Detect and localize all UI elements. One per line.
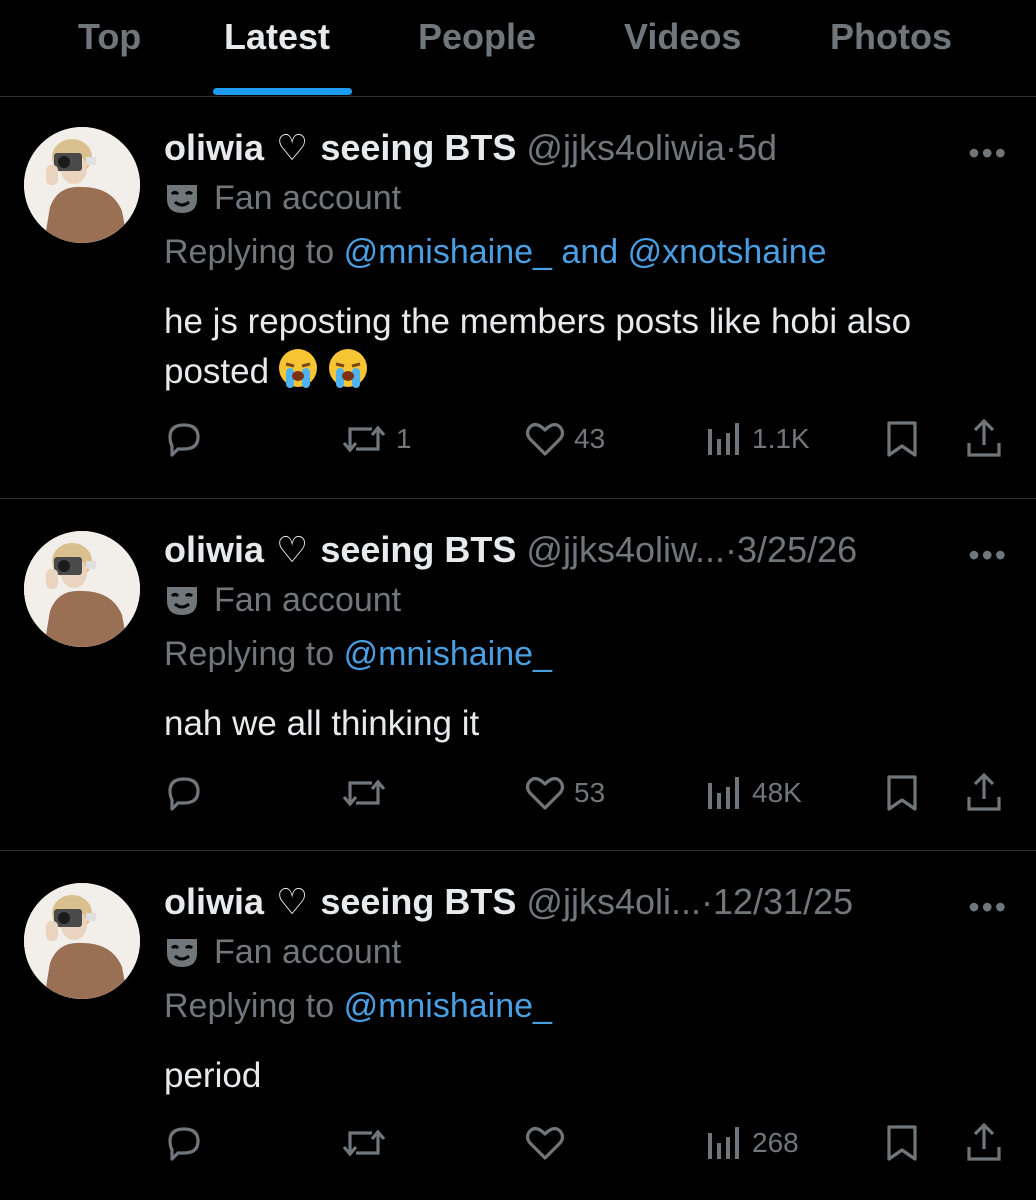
heart-icon <box>525 423 565 456</box>
reply-mentions[interactable]: @mnishaine_ <box>344 987 552 1025</box>
bookmark-icon <box>887 775 917 811</box>
loudly-crying-face-emoji <box>279 349 318 388</box>
like-button[interactable]: 53 <box>524 773 605 813</box>
timestamp[interactable]: 3/25/26 <box>737 529 857 570</box>
like-count: 43 <box>574 423 606 454</box>
tweet-header: oliwia ♡ seeing BTS @jjks4oliw...·3/25/2… <box>164 529 857 571</box>
handle[interactable]: @jjks4oli... <box>526 881 701 922</box>
reply-mentions[interactable]: @mnishaine_ and @xnotshaine <box>344 233 827 271</box>
tweet-text: he js reposting the members posts like h… <box>164 302 912 391</box>
tweet-text: nah we all thinking it <box>164 704 480 743</box>
reply-button[interactable] <box>164 1123 204 1163</box>
tweet-header: oliwia ♡ seeing BTS @jjks4oli...·12/31/2… <box>164 881 853 923</box>
reply-button[interactable] <box>164 773 204 813</box>
separator-dot: · <box>701 881 714 922</box>
bookmark-button[interactable] <box>884 1123 920 1163</box>
share-button[interactable] <box>964 417 1004 459</box>
avatar-image <box>24 883 140 999</box>
avatar-image <box>24 127 140 243</box>
tweet-header: oliwia ♡ seeing BTS @jjks4oliwia·5d <box>164 127 777 169</box>
repost-button[interactable] <box>340 1123 396 1163</box>
views-icon <box>708 1127 739 1159</box>
display-name[interactable]: oliwia ♡ seeing BTS <box>164 881 516 922</box>
repost-icon <box>342 425 386 453</box>
heart-icon <box>525 1127 565 1160</box>
handle[interactable]: @jjks4oliwia <box>526 127 725 168</box>
reply-mentions[interactable]: @mnishaine_ <box>344 635 552 673</box>
bookmark-button[interactable] <box>884 773 920 813</box>
theater-mask-icon <box>167 938 197 967</box>
like-count: 53 <box>574 777 606 808</box>
share-button[interactable] <box>964 771 1004 813</box>
bookmark-button[interactable] <box>884 419 920 459</box>
display-name[interactable]: oliwia ♡ seeing BTS <box>164 529 516 570</box>
repost-button[interactable]: 1 <box>340 419 412 459</box>
views-icon <box>708 777 739 809</box>
replying-to: Replying to @mnishaine_ and @xnotshaine <box>164 233 827 271</box>
tab-people[interactable]: People <box>418 16 536 58</box>
tweet-text: period <box>164 1056 262 1095</box>
views-icon <box>708 423 739 455</box>
share-button[interactable] <box>964 1121 1004 1163</box>
bookmark-icon <box>887 421 917 457</box>
reply-icon <box>168 423 200 457</box>
views-button[interactable]: 268 <box>704 1123 799 1163</box>
avatar-image <box>24 531 140 647</box>
view-count: 1.1K <box>752 423 810 454</box>
tab-videos[interactable]: Videos <box>624 16 741 58</box>
theater-mask-icon <box>167 586 197 615</box>
more-options-button[interactable]: ••• <box>968 537 1008 574</box>
account-label: Fan account <box>164 581 401 620</box>
loudly-crying-face-emoji <box>329 349 368 388</box>
handle[interactable]: @jjks4oliw... <box>526 529 725 570</box>
avatar[interactable] <box>24 127 140 243</box>
avatar[interactable] <box>24 531 140 647</box>
reply-button[interactable] <box>164 419 204 459</box>
replying-to: Replying to @mnishaine_ <box>164 635 552 673</box>
bookmark-icon <box>887 1125 917 1161</box>
account-label: Fan account <box>164 179 401 218</box>
timestamp[interactable]: 12/31/25 <box>713 881 853 922</box>
like-button[interactable]: 43 <box>524 419 605 459</box>
views-button[interactable]: 48K <box>704 773 802 813</box>
view-count: 48K <box>752 777 802 808</box>
heart-icon <box>525 777 565 810</box>
repost-button[interactable] <box>340 773 396 813</box>
reply-icon <box>168 1127 200 1161</box>
more-options-button[interactable]: ••• <box>968 135 1008 172</box>
tweet[interactable]: oliwia ♡ seeing BTS @jjks4oli...·12/31/2… <box>0 851 1036 1200</box>
account-label: Fan account <box>164 933 401 972</box>
like-button[interactable] <box>524 1123 574 1163</box>
share-icon <box>967 1122 1001 1161</box>
avatar[interactable] <box>24 883 140 999</box>
tweet[interactable]: oliwia ♡ seeing BTS @jjks4oliwia·5d ••• … <box>0 97 1036 499</box>
separator-dot: · <box>725 529 738 570</box>
tab-latest[interactable]: Latest <box>224 16 330 58</box>
tweet[interactable]: oliwia ♡ seeing BTS @jjks4oliw...·3/25/2… <box>0 499 1036 851</box>
separator-dot: · <box>725 127 738 168</box>
more-options-button[interactable]: ••• <box>968 889 1008 926</box>
timestamp[interactable]: 5d <box>737 127 777 168</box>
tab-photos[interactable]: Photos <box>830 16 952 58</box>
view-count: 268 <box>752 1127 799 1158</box>
repost-count: 1 <box>396 423 412 454</box>
tab-top[interactable]: Top <box>78 16 141 58</box>
active-tab-indicator <box>213 88 352 95</box>
replying-to: Replying to @mnishaine_ <box>164 987 552 1025</box>
display-name[interactable]: oliwia ♡ seeing BTS <box>164 127 516 168</box>
share-icon <box>967 418 1001 457</box>
search-tabs: Top Latest People Videos Photos <box>0 0 1036 97</box>
repost-icon <box>342 779 386 807</box>
reply-icon <box>168 777 200 811</box>
share-icon <box>967 772 1001 811</box>
views-button[interactable]: 1.1K <box>704 419 810 459</box>
theater-mask-icon <box>167 184 197 213</box>
repost-icon <box>342 1129 386 1157</box>
